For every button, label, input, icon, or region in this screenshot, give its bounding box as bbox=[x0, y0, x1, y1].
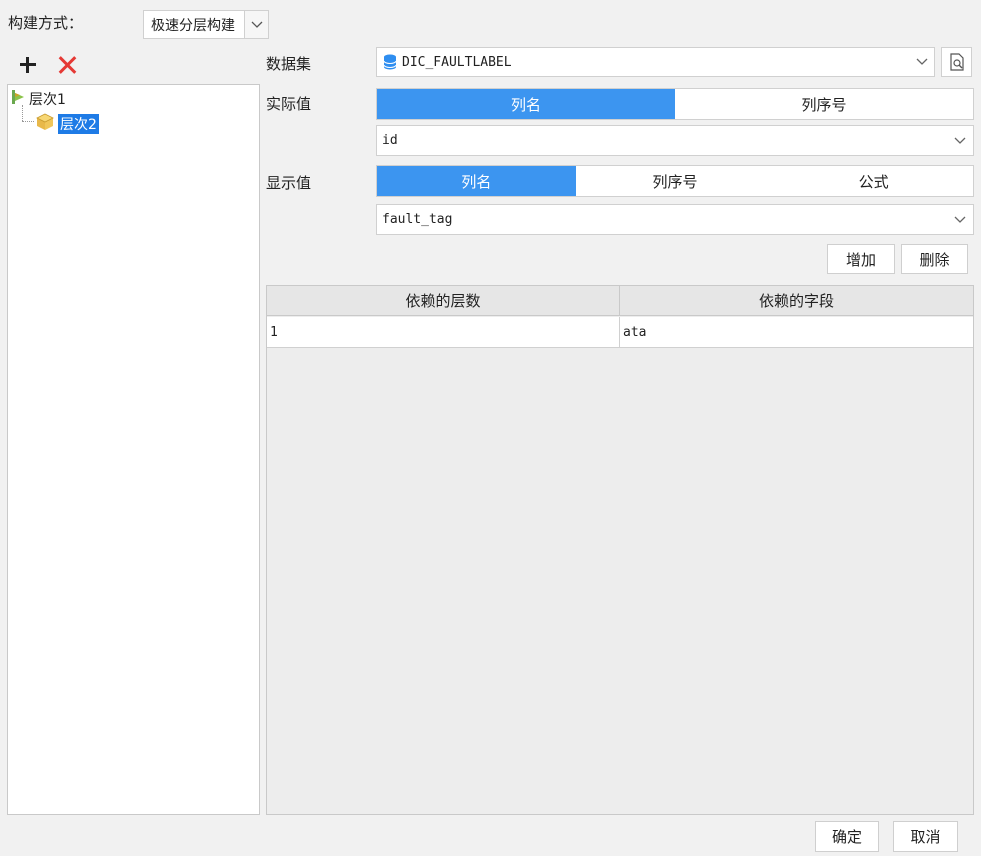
chevron-down-icon[interactable] bbox=[947, 205, 973, 234]
chevron-down-icon[interactable] bbox=[244, 11, 268, 38]
chevron-down-icon[interactable] bbox=[947, 126, 973, 155]
table-header: 依赖的层数 依赖的字段 bbox=[267, 286, 973, 316]
cancel-button[interactable]: 取消 bbox=[893, 821, 958, 852]
delete-dependency-button[interactable]: 删除 bbox=[901, 244, 968, 274]
display-value-label: 显示值 bbox=[266, 174, 312, 192]
level-tree: 层次1 层次2 bbox=[7, 84, 260, 815]
table-cell-field[interactable]: ata bbox=[619, 317, 973, 347]
display-mode-column-name[interactable]: 列名 bbox=[377, 166, 576, 196]
display-mode-column-index[interactable]: 列序号 bbox=[576, 166, 775, 196]
chevron-down-icon[interactable] bbox=[908, 48, 934, 76]
database-icon bbox=[383, 54, 397, 70]
preview-dataset-button[interactable] bbox=[941, 47, 972, 77]
actual-mode-column-name[interactable]: 列名 bbox=[377, 89, 675, 119]
add-level-icon[interactable] bbox=[18, 55, 38, 75]
tree-node-label: 层次2 bbox=[58, 114, 99, 134]
preview-icon bbox=[949, 53, 965, 71]
table-row[interactable]: 1 ata bbox=[267, 317, 973, 348]
table-cell-level[interactable]: 1 bbox=[267, 317, 619, 347]
build-mode-label: 构建方式： bbox=[8, 14, 84, 32]
column-header-field[interactable]: 依赖的字段 bbox=[619, 286, 973, 315]
actual-value-mode-toggle[interactable]: 列名 列序号 bbox=[376, 88, 974, 120]
tree-node-label: 层次1 bbox=[29, 92, 66, 108]
actual-mode-column-index[interactable]: 列序号 bbox=[675, 89, 973, 119]
tree-root-icon bbox=[10, 89, 26, 109]
tree-connector bbox=[22, 121, 34, 122]
actual-value-field: id bbox=[382, 133, 398, 148]
delete-level-icon[interactable] bbox=[56, 54, 78, 76]
actual-value-select[interactable]: id bbox=[376, 125, 974, 156]
build-mode-value: 极速分层构建 bbox=[151, 17, 235, 34]
dataset-select[interactable]: DIC_FAULTLABEL bbox=[376, 47, 935, 77]
dependency-table: 依赖的层数 依赖的字段 1 ata bbox=[266, 285, 974, 815]
display-value-select[interactable]: fault_tag bbox=[376, 204, 974, 235]
ok-button[interactable]: 确定 bbox=[815, 821, 879, 852]
display-value-mode-toggle[interactable]: 列名 列序号 公式 bbox=[376, 165, 974, 197]
actual-value-label: 实际值 bbox=[266, 95, 312, 113]
column-header-level[interactable]: 依赖的层数 bbox=[267, 286, 619, 315]
build-mode-select[interactable]: 极速分层构建 bbox=[143, 10, 269, 39]
dataset-value: DIC_FAULTLABEL bbox=[402, 54, 512, 70]
tree-node-level-2[interactable]: 层次2 bbox=[36, 113, 99, 135]
tree-node-level-1[interactable]: 层次1 bbox=[10, 89, 66, 109]
display-mode-formula[interactable]: 公式 bbox=[774, 166, 973, 196]
dataset-label: 数据集 bbox=[266, 55, 312, 73]
add-dependency-button[interactable]: 增加 bbox=[827, 244, 895, 274]
cube-icon bbox=[36, 113, 54, 135]
display-value-field: fault_tag bbox=[382, 212, 453, 227]
